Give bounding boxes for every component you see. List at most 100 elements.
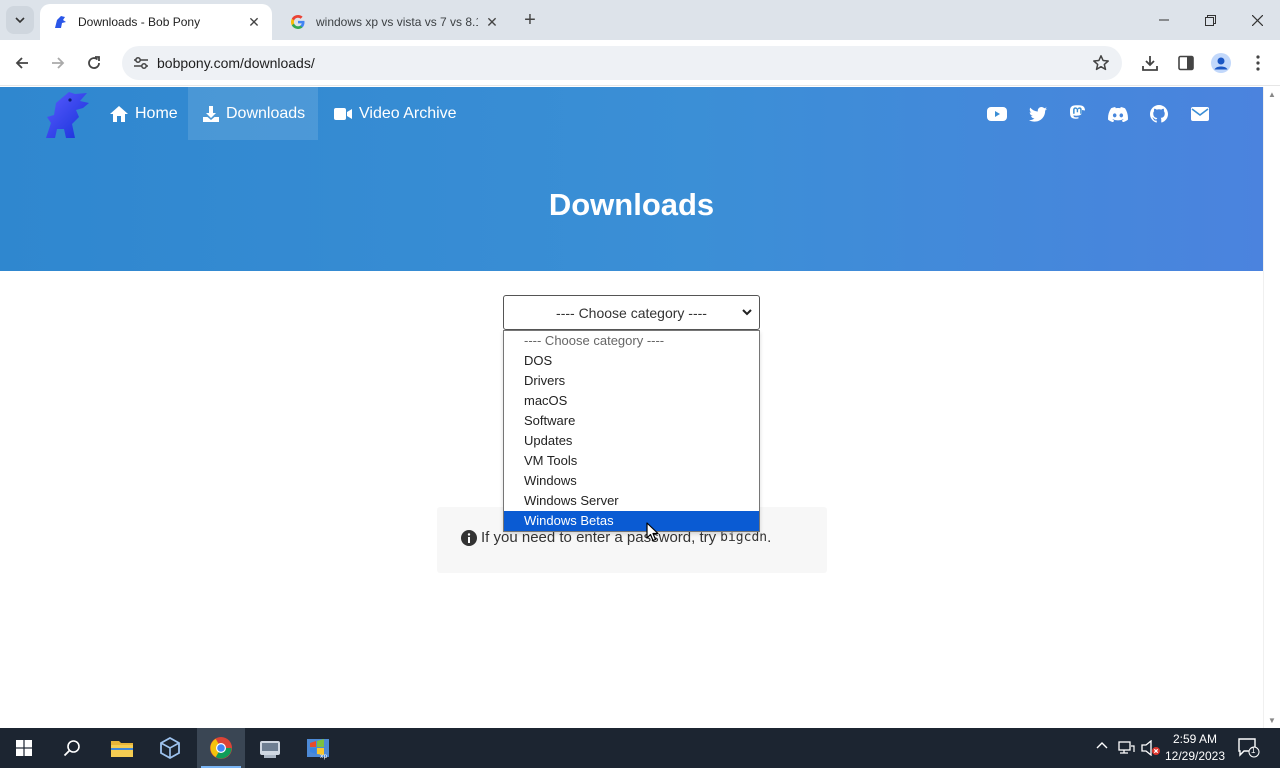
category-option[interactable]: Updates	[504, 431, 759, 451]
category-option[interactable]: VM Tools	[504, 451, 759, 471]
side-panel-icon	[1178, 55, 1194, 71]
downloads-button[interactable]	[1139, 52, 1161, 74]
nav-downloads[interactable]: Downloads	[188, 87, 318, 140]
scroll-up-icon[interactable]: ▲	[1268, 90, 1276, 99]
category-option[interactable]: ---- Choose category ----	[504, 331, 759, 351]
scroll-down-icon[interactable]: ▼	[1268, 716, 1276, 725]
close-tab-icon[interactable]: ✕	[484, 14, 500, 30]
taskbar-network-tool[interactable]	[246, 728, 294, 768]
mail-icon[interactable]	[1190, 104, 1210, 124]
forward-button[interactable]	[44, 49, 72, 77]
reload-icon	[88, 56, 100, 69]
info-circle-icon	[461, 529, 477, 546]
chevron-down-icon	[742, 309, 752, 316]
notification-icon	[1238, 738, 1260, 758]
close-tab-icon[interactable]: ✕	[246, 14, 262, 30]
taskbar-clock[interactable]: 2:59 AM 12/29/2023	[1158, 731, 1232, 765]
arrow-left-icon	[15, 57, 28, 69]
bob-pony-logo[interactable]	[42, 90, 92, 140]
twitter-icon[interactable]	[1028, 104, 1048, 124]
category-dropdown-list: ---- Choose category ---- DOS Drivers ma…	[503, 330, 760, 532]
taskbar-virtualbox[interactable]	[146, 728, 194, 768]
close-window-button[interactable]	[1234, 0, 1280, 40]
more-vertical-icon	[1256, 55, 1260, 71]
bookmark-star-icon[interactable]	[1092, 54, 1110, 75]
category-option[interactable]: Windows Server	[504, 491, 759, 511]
profile-button[interactable]	[1210, 52, 1232, 74]
address-url: bobpony.com/downloads/	[157, 55, 315, 71]
back-button[interactable]	[8, 49, 36, 77]
mastodon-icon[interactable]	[1067, 104, 1087, 124]
action-center-button[interactable]: 1	[1238, 738, 1260, 758]
network-icon	[1118, 741, 1135, 754]
file-explorer-icon	[111, 741, 133, 757]
restore-icon	[1204, 14, 1216, 26]
page-viewport: Home Downloads Video Archive Downloads -…	[0, 87, 1263, 728]
taskbar-file-explorer[interactable]	[98, 728, 146, 768]
nav-downloads-label: Downloads	[226, 104, 306, 122]
restore-window-button[interactable]	[1187, 0, 1233, 40]
clock-date: 12/29/2023	[1164, 749, 1226, 763]
bob-pony-favicon-icon	[55, 16, 66, 28]
taskbar-chrome[interactable]	[197, 728, 245, 768]
svg-text:xp: xp	[320, 753, 328, 760]
windows-taskbar: xp 2:59 AM 12/29/2023 1	[0, 728, 1280, 768]
page-scrollbar[interactable]: ▲ ▼	[1263, 87, 1280, 728]
home-icon	[109, 105, 129, 123]
side-panel-button[interactable]	[1175, 52, 1197, 74]
category-option[interactable]: macOS	[504, 391, 759, 411]
show-hidden-icons-button[interactable]	[1096, 740, 1108, 752]
category-select[interactable]: ---- Choose category ----	[503, 295, 760, 330]
network-tool-icon	[260, 741, 280, 758]
category-option[interactable]: Drivers	[504, 371, 759, 391]
new-tab-button[interactable]: +	[518, 8, 542, 32]
start-button[interactable]	[0, 728, 48, 768]
tab-downloads-bob-pony[interactable]: Downloads - Bob Pony ✕	[40, 4, 272, 40]
nav-video-archive-label: Video Archive	[359, 104, 457, 122]
minimize-icon	[1159, 19, 1169, 21]
windows-xp-vm-icon: xp	[307, 739, 329, 760]
close-icon	[1251, 14, 1263, 26]
hero-header: Home Downloads Video Archive Downloads	[0, 87, 1263, 271]
reload-button[interactable]	[80, 49, 108, 77]
minimize-window-button[interactable]	[1141, 0, 1187, 40]
tab-title: windows xp vs vista vs 7 vs 8.1 vs	[316, 15, 478, 29]
google-icon	[291, 15, 305, 29]
network-status-button[interactable]	[1117, 740, 1135, 756]
chrome-menu-button[interactable]	[1247, 52, 1269, 74]
chevron-up-icon	[1096, 742, 1108, 749]
download-icon	[1142, 56, 1158, 71]
category-option-highlighted[interactable]: Windows Betas	[504, 511, 759, 531]
tab-title: Downloads - Bob Pony	[78, 15, 201, 29]
category-option[interactable]: DOS	[504, 351, 759, 371]
chevron-down-icon	[15, 17, 25, 24]
discord-icon[interactable]	[1108, 104, 1128, 124]
mouse-cursor-icon	[646, 522, 659, 542]
category-option[interactable]: Software	[504, 411, 759, 431]
search-icon	[63, 740, 80, 757]
download-icon	[202, 105, 220, 123]
youtube-icon[interactable]	[987, 104, 1007, 124]
github-icon[interactable]	[1149, 104, 1169, 124]
nav-home[interactable]: Home	[95, 87, 192, 140]
address-bar[interactable]: bobpony.com/downloads/	[122, 46, 1122, 80]
browser-tab-strip: Downloads - Bob Pony ✕ windows xp vs vis…	[0, 0, 1280, 40]
tab-google-search[interactable]: windows xp vs vista vs 7 vs 8.1 vs ✕	[278, 4, 510, 40]
browser-toolbar: bobpony.com/downloads/	[0, 40, 1280, 86]
windows-logo-icon	[16, 740, 32, 756]
notification-count: 1	[1251, 746, 1256, 755]
category-option[interactable]: Windows	[504, 471, 759, 491]
category-select-value: ---- Choose category ----	[556, 304, 707, 321]
nav-video-archive[interactable]: Video Archive	[319, 87, 471, 140]
taskbar-search-button[interactable]	[48, 728, 96, 768]
password-hint-code: bigcdn	[720, 530, 768, 545]
virtualbox-icon	[160, 737, 180, 759]
chrome-icon	[210, 737, 232, 759]
clock-time: 2:59 AM	[1172, 732, 1218, 746]
page-title: Downloads	[548, 187, 715, 222]
site-info-icon[interactable]	[126, 56, 156, 70]
arrow-right-icon	[52, 57, 65, 69]
password-hint-suffix: .	[767, 529, 772, 546]
tab-search-button[interactable]	[6, 6, 34, 34]
taskbar-windows-xp-vm[interactable]: xp	[294, 728, 342, 768]
